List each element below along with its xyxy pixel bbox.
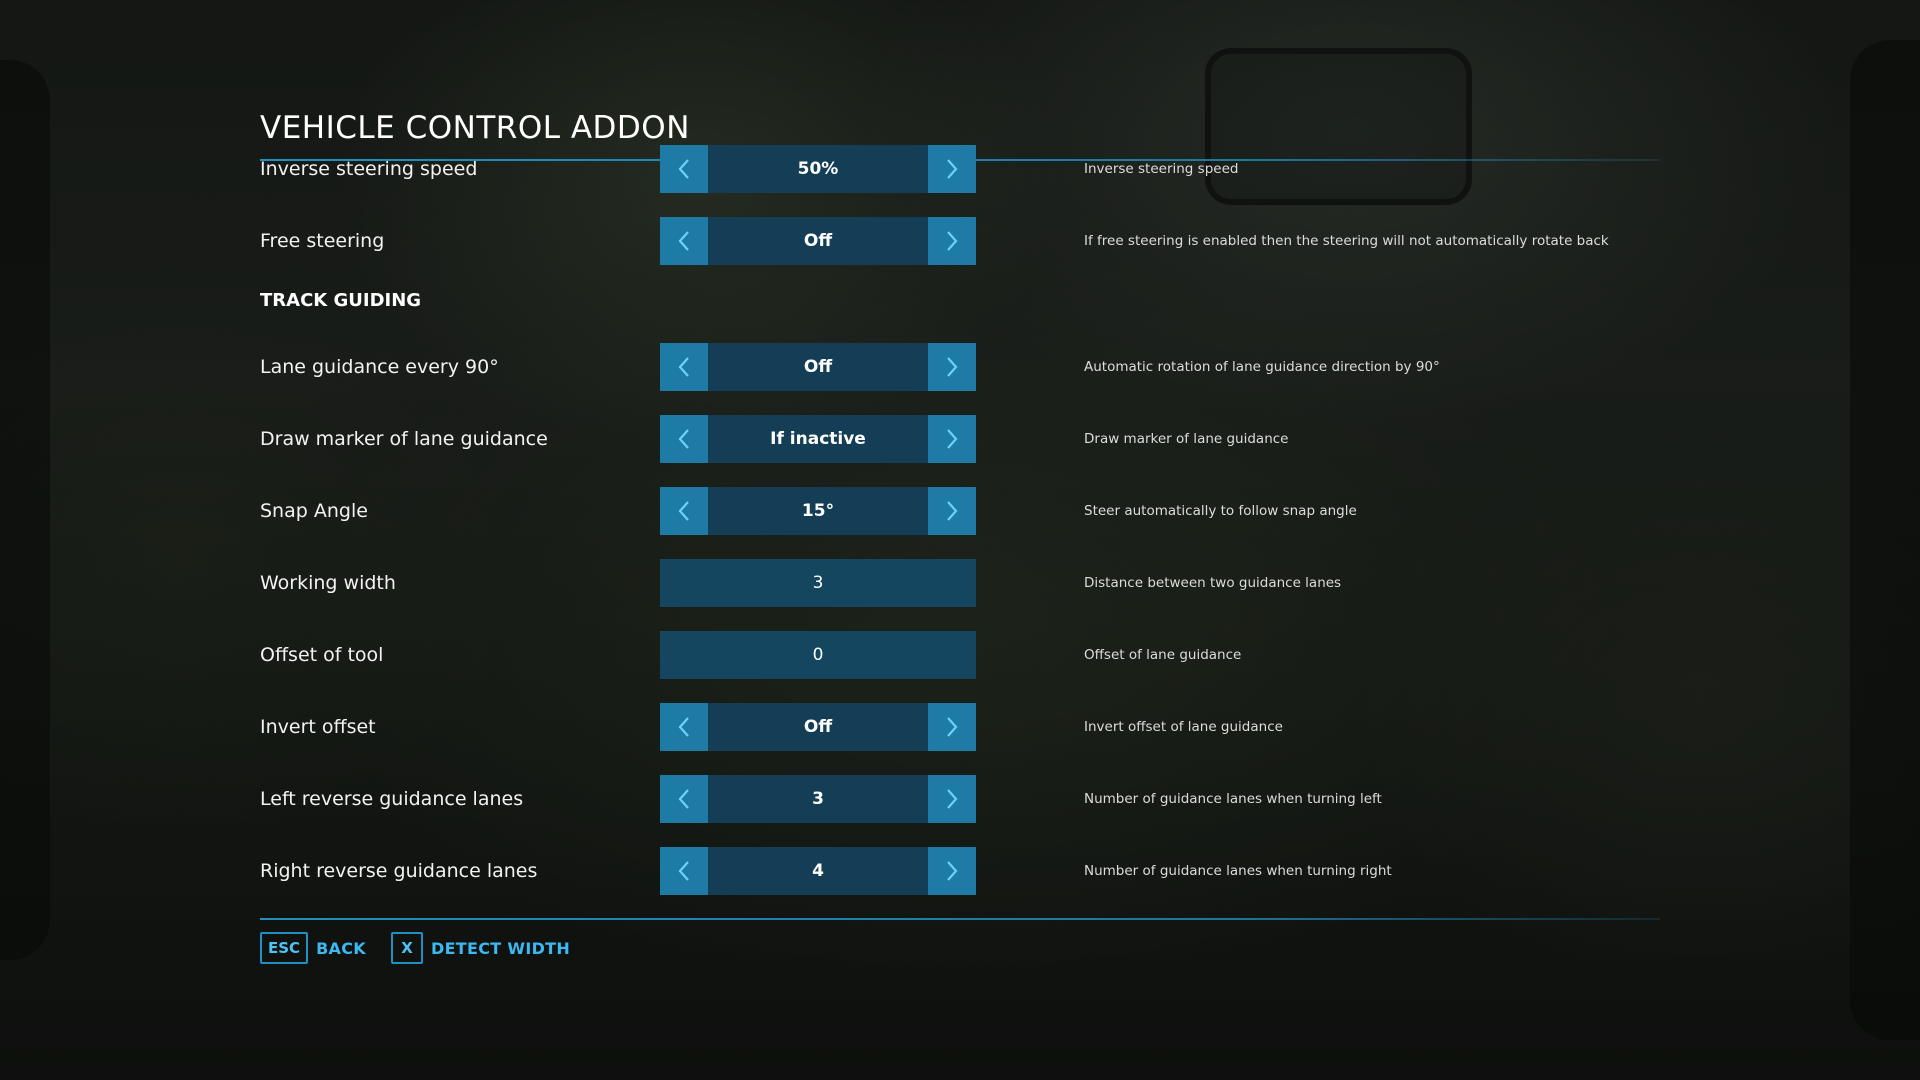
setting-label: Lane guidance every 90° — [260, 356, 499, 378]
chevron-right-icon[interactable] — [928, 487, 976, 535]
option-value: Off — [708, 703, 928, 751]
working-width-input[interactable]: 3 — [660, 559, 976, 607]
setting-description: Number of guidance lanes when turning ri… — [1084, 863, 1392, 879]
setting-row-offset-of-tool: Offset of tool 0 Offset of lane guidance — [260, 631, 1660, 679]
chevron-left-icon[interactable] — [660, 145, 708, 193]
cab-frame-right — [1850, 40, 1920, 1040]
chevron-left-icon[interactable] — [660, 775, 708, 823]
option-selector: 4 — [660, 847, 976, 895]
setting-label: Invert offset — [260, 716, 376, 738]
option-value: Off — [708, 217, 928, 265]
chevron-right-icon[interactable] — [928, 415, 976, 463]
page-title: VEHICLE CONTROL ADDON — [260, 110, 690, 146]
setting-row-snap-angle: Snap Angle 15° Steer automatically to fo… — [260, 487, 1660, 535]
option-selector: Off — [660, 343, 976, 391]
setting-label: Working width — [260, 572, 396, 594]
setting-row-inverse-steering-speed: Inverse steering speed 50% Inverse steer… — [260, 145, 1660, 193]
chevron-left-icon[interactable] — [660, 487, 708, 535]
setting-row-invert-offset: Invert offset Off Invert offset of lane … — [260, 703, 1660, 751]
setting-description: Automatic rotation of lane guidance dire… — [1084, 359, 1440, 375]
setting-row-left-reverse-lanes: Left reverse guidance lanes 3 Number of … — [260, 775, 1660, 823]
option-value: 4 — [708, 847, 928, 895]
option-value: 15° — [708, 487, 928, 535]
chevron-right-icon[interactable] — [928, 343, 976, 391]
option-selector: Off — [660, 217, 976, 265]
option-value: 50% — [708, 145, 928, 193]
setting-description: Offset of lane guidance — [1084, 647, 1242, 663]
option-selector: 15° — [660, 487, 976, 535]
option-selector: 50% — [660, 145, 976, 193]
setting-label: Snap Angle — [260, 500, 368, 522]
chevron-right-icon[interactable] — [928, 217, 976, 265]
setting-row-free-steering: Free steering Off If free steering is en… — [260, 217, 1660, 265]
detect-width-label: DETECT WIDTH — [431, 938, 571, 958]
chevron-right-icon[interactable] — [928, 703, 976, 751]
setting-label: Offset of tool — [260, 644, 384, 666]
setting-row-draw-marker: Draw marker of lane guidance If inactive… — [260, 415, 1660, 463]
setting-description: Inverse steering speed — [1084, 161, 1239, 177]
back-label: BACK — [316, 938, 366, 958]
setting-description: Number of guidance lanes when turning le… — [1084, 791, 1382, 807]
esc-key-hint: ESC — [260, 932, 309, 964]
option-value: 3 — [708, 775, 928, 823]
section-title-track-guiding: TRACK GUIDING — [260, 290, 422, 311]
chevron-left-icon[interactable] — [660, 415, 708, 463]
setting-row-working-width: Working width 3 Distance between two gui… — [260, 559, 1660, 607]
setting-label: Inverse steering speed — [260, 158, 478, 180]
chevron-left-icon[interactable] — [660, 847, 708, 895]
setting-description: Invert offset of lane guidance — [1084, 719, 1283, 735]
option-selector: 3 — [660, 775, 976, 823]
setting-description: If free steering is enabled then the ste… — [1084, 233, 1609, 249]
chevron-right-icon[interactable] — [928, 847, 976, 895]
chevron-left-icon[interactable] — [660, 703, 708, 751]
chevron-left-icon[interactable] — [660, 343, 708, 391]
footer-divider — [260, 918, 1660, 920]
setting-label: Draw marker of lane guidance — [260, 428, 548, 450]
chevron-right-icon[interactable] — [928, 145, 976, 193]
setting-description: Distance between two guidance lanes — [1084, 575, 1342, 591]
setting-label: Right reverse guidance lanes — [260, 860, 538, 882]
option-value: If inactive — [708, 415, 928, 463]
option-value: Off — [708, 343, 928, 391]
offset-of-tool-input[interactable]: 0 — [660, 631, 976, 679]
setting-row-lane-guidance-90: Lane guidance every 90° Off Automatic ro… — [260, 343, 1660, 391]
setting-label: Left reverse guidance lanes — [260, 788, 524, 810]
setting-label: Free steering — [260, 230, 385, 252]
option-selector: Off — [660, 703, 976, 751]
option-selector: If inactive — [660, 415, 976, 463]
detect-width-button[interactable]: X DETECT WIDTH — [391, 930, 570, 966]
cab-frame-left — [0, 60, 50, 960]
text-input-wrapper: 0 — [660, 631, 976, 679]
x-key-hint: X — [391, 932, 423, 964]
chevron-right-icon[interactable] — [928, 775, 976, 823]
text-input-wrapper: 3 — [660, 559, 976, 607]
setting-row-right-reverse-lanes: Right reverse guidance lanes 4 Number of… — [260, 847, 1660, 895]
chevron-left-icon[interactable] — [660, 217, 708, 265]
setting-description: Steer automatically to follow snap angle — [1084, 503, 1357, 519]
setting-description: Draw marker of lane guidance — [1084, 431, 1289, 447]
back-button[interactable]: ESC BACK — [260, 930, 366, 966]
